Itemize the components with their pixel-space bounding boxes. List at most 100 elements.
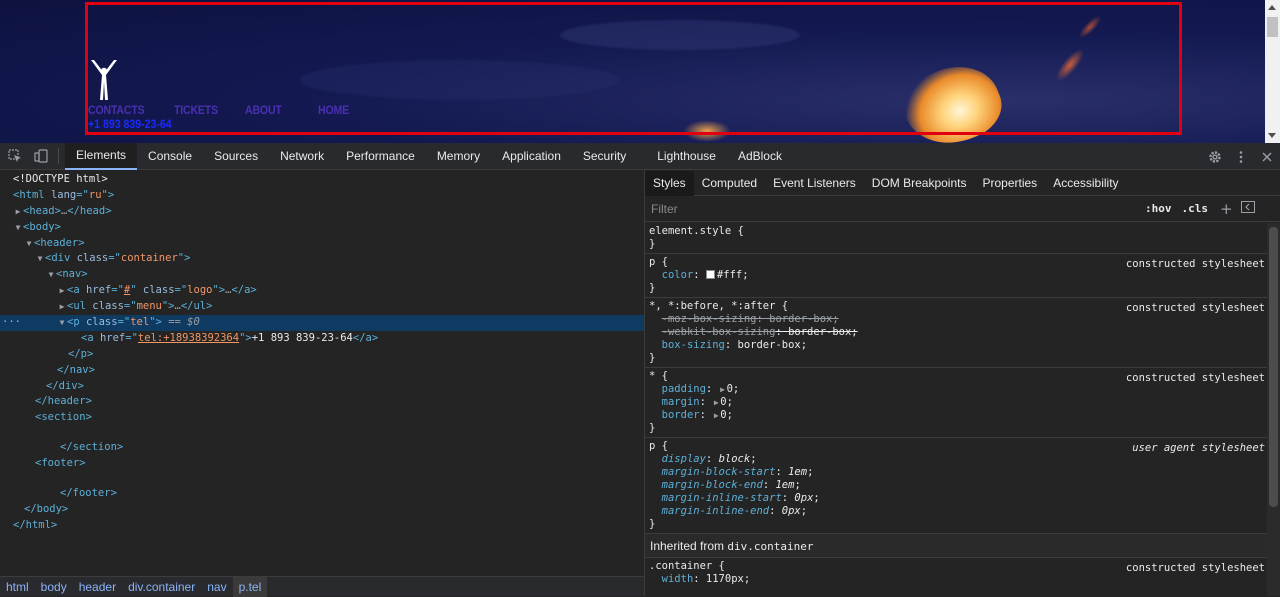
rule-source[interactable]: constructed stylesheet: [1126, 562, 1265, 574]
breadcrumb-body[interactable]: body: [35, 577, 73, 597]
tree-line-body-close[interactable]: </body>: [0, 502, 644, 518]
tree-line-div-close[interactable]: </div>: [0, 379, 644, 395]
collapse-triangle-icon[interactable]: ▼: [57, 315, 67, 331]
rule-source[interactable]: constructed stylesheet: [1126, 372, 1265, 384]
container-class-value: container: [120, 252, 178, 265]
more-options-icon[interactable]: [1228, 143, 1254, 170]
styles-scrollbar-thumb[interactable]: [1269, 227, 1278, 507]
tab-application[interactable]: Application: [491, 143, 572, 170]
tree-line-a-tel[interactable]: <a href="tel:+18938392364">+1 893 839-23…: [0, 331, 644, 347]
breadcrumb-div-container[interactable]: div.container: [122, 577, 201, 597]
menu-class-value: menu: [136, 300, 162, 313]
breadcrumb-header[interactable]: header: [73, 577, 122, 597]
rule-p-user-agent[interactable]: user agent stylesheet p { display: block…: [645, 438, 1267, 534]
phone-link[interactable]: +1 893 839-23-64: [88, 117, 172, 131]
expand-triangle-icon[interactable]: ▶: [57, 283, 67, 299]
rule-universal-reset[interactable]: constructed stylesheet * { padding: ▶ 0; …: [645, 368, 1267, 438]
tree-line-nav-close[interactable]: </nav>: [0, 363, 644, 379]
menu-item-contacts[interactable]: contacts: [88, 103, 164, 117]
breadcrumb-html[interactable]: html: [0, 577, 35, 597]
tab-security[interactable]: Security: [572, 143, 646, 170]
breadcrumb-p-tel[interactable]: p.tel: [232, 576, 268, 597]
tab-computed[interactable]: Computed: [694, 171, 765, 196]
inherited-source-link[interactable]: div.container: [727, 540, 813, 553]
tree-line-section-close[interactable]: </section>: [0, 440, 644, 456]
tree-line-div-container[interactable]: ▼ <div class="container">: [0, 251, 644, 267]
tab-memory[interactable]: Memory: [426, 143, 491, 170]
tree-line-a-logo[interactable]: ▶ <a href="#" class="logo">…</a>: [0, 283, 644, 299]
page-scrollbar[interactable]: [1265, 0, 1280, 143]
scroll-up-icon[interactable]: [1268, 5, 1276, 10]
logo-icon[interactable]: [88, 58, 120, 102]
menu-item-tickets[interactable]: tickets: [174, 103, 236, 117]
styles-filter-input[interactable]: [651, 198, 1141, 219]
rule-container[interactable]: constructed stylesheet .container { widt…: [645, 558, 1267, 588]
tree-line-p-tel-selected[interactable]: ··· ▼ <p class="tel"> == $0: [0, 315, 644, 331]
tree-line-nav[interactable]: ▼ <nav>: [0, 267, 644, 283]
rule-source[interactable]: constructed stylesheet: [1126, 302, 1265, 314]
tab-performance[interactable]: Performance: [335, 143, 426, 170]
tree-line-blank: [0, 426, 644, 440]
expand-triangle-icon[interactable]: ▶: [57, 299, 67, 315]
settings-gear-icon[interactable]: [1202, 143, 1228, 170]
styles-scrollbar[interactable]: [1267, 223, 1280, 596]
new-style-rule-icon[interactable]: +: [1216, 200, 1237, 218]
hover-state-toggle[interactable]: :hov: [1141, 202, 1176, 215]
expand-triangle-icon[interactable]: ▶: [13, 204, 23, 220]
scrollbar-thumb[interactable]: [1267, 17, 1278, 37]
tree-line-header-close[interactable]: </header>: [0, 394, 644, 410]
node-actions-dots-icon[interactable]: ···: [2, 315, 21, 331]
doctype-text: <!DOCTYPE html>: [13, 173, 108, 185]
tab-sources[interactable]: Sources: [203, 143, 269, 170]
tree-line-html[interactable]: <html lang="ru">: [0, 188, 644, 204]
inspect-element-icon[interactable]: [2, 143, 28, 170]
tab-styles[interactable]: Styles: [645, 170, 694, 196]
page-viewport: contacts tickets about home +1 893 839-2…: [0, 0, 1280, 143]
tree-line-section[interactable]: <section>: [0, 410, 644, 426]
styles-sub-tabs: Styles Computed Event Listeners DOM Brea…: [645, 170, 1280, 196]
collapse-triangle-icon[interactable]: ▼: [46, 267, 56, 283]
scroll-down-icon[interactable]: [1268, 133, 1276, 138]
tree-line-header[interactable]: ▼ <header>: [0, 236, 644, 252]
menu-item-home[interactable]: home: [318, 103, 349, 117]
tab-adblock[interactable]: AdBlock: [727, 143, 793, 170]
tab-console[interactable]: Console: [137, 143, 203, 170]
close-devtools-icon[interactable]: [1254, 143, 1280, 170]
selected-node-marker: == $0: [168, 316, 200, 329]
menu-item-about[interactable]: about: [245, 103, 309, 117]
tab-properties[interactable]: Properties: [974, 171, 1045, 196]
nav-menu: contacts tickets about home: [88, 103, 353, 117]
tree-line-body[interactable]: ▼ <body>: [0, 220, 644, 236]
tab-lighthouse[interactable]: Lighthouse: [646, 143, 727, 170]
rule-source[interactable]: constructed stylesheet: [1126, 258, 1265, 270]
tree-line-footer-close[interactable]: </footer>: [0, 486, 644, 502]
tree-line-doctype[interactable]: <!DOCTYPE html>: [0, 172, 644, 188]
tree-line-footer[interactable]: <footer>: [0, 456, 644, 472]
tree-line-head[interactable]: ▶ <head>…</head>: [0, 204, 644, 220]
styles-filter-bar: :hov .cls +: [645, 196, 1280, 222]
class-toggle[interactable]: .cls: [1178, 202, 1213, 215]
tree-line-html-close[interactable]: </html>: [0, 518, 644, 534]
toolbar-divider: [58, 148, 59, 164]
tab-accessibility[interactable]: Accessibility: [1045, 171, 1126, 196]
collapse-triangle-icon[interactable]: ▼: [13, 220, 23, 236]
device-toolbar-icon[interactable]: [28, 143, 54, 170]
breadcrumb-nav[interactable]: nav: [201, 577, 232, 597]
rule-p-color[interactable]: constructed stylesheet p { color: #fff; …: [645, 254, 1267, 298]
tree-line-ul-menu[interactable]: ▶ <ul class="menu">…</ul>: [0, 299, 644, 315]
rule-universal-box-sizing[interactable]: constructed stylesheet *, *:before, *:af…: [645, 298, 1267, 368]
tab-elements[interactable]: Elements: [65, 142, 138, 170]
collapse-triangle-icon[interactable]: ▼: [35, 251, 45, 267]
tel-href-link[interactable]: tel:+18938392364: [138, 332, 239, 344]
rule-element-style[interactable]: element.style { }: [645, 223, 1267, 254]
color-value[interactable]: #fff: [717, 269, 742, 281]
elements-pane: <!DOCTYPE html> <html lang="ru"> ▶ <head>…: [0, 171, 644, 597]
collapse-triangle-icon[interactable]: ▼: [24, 236, 34, 252]
tab-dom-breakpoints[interactable]: DOM Breakpoints: [864, 171, 975, 196]
color-swatch-icon[interactable]: [705, 270, 715, 279]
styles-pane: Styles Computed Event Listeners DOM Brea…: [645, 170, 1280, 596]
tab-event-listeners[interactable]: Event Listeners: [765, 171, 864, 196]
toggle-sidebar-icon[interactable]: [1237, 200, 1259, 217]
tree-line-p-close[interactable]: </p>: [0, 347, 644, 363]
tab-network[interactable]: Network: [269, 143, 335, 170]
